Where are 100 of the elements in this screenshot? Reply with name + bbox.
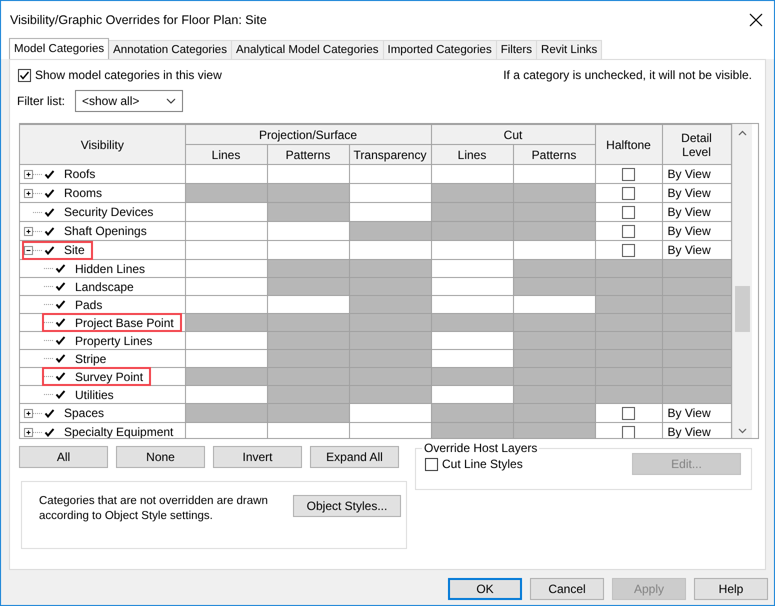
close-icon[interactable] xyxy=(748,12,764,28)
column-header: Transparency xyxy=(349,144,432,164)
checkbox[interactable] xyxy=(43,206,56,218)
table-cell[interactable] xyxy=(185,222,267,240)
button[interactable]: Expand All xyxy=(310,446,399,468)
tree-line xyxy=(44,304,54,305)
table-cell[interactable] xyxy=(185,332,267,350)
detail-level-value[interactable]: By View xyxy=(662,164,732,184)
button[interactable]: OK xyxy=(448,578,522,600)
tree-line xyxy=(44,268,54,269)
tree-line xyxy=(44,376,54,377)
button[interactable]: Invert xyxy=(213,446,302,468)
checkbox[interactable] xyxy=(622,244,636,256)
detail-level-value[interactable]: By View xyxy=(662,404,732,422)
tab[interactable]: Model Categories xyxy=(9,38,110,59)
checkbox[interactable] xyxy=(54,352,67,365)
checkbox[interactable] xyxy=(622,206,636,218)
hint-text: If a category is unchecked, it will not be visible. xyxy=(503,67,752,84)
filter-label: Filter list: xyxy=(17,93,65,110)
chevron-up-icon[interactable] xyxy=(738,130,747,136)
tab[interactable]: Annotation Categories xyxy=(108,40,232,59)
table-cell[interactable] xyxy=(185,202,267,222)
detail-level-value[interactable]: By View xyxy=(662,202,732,222)
tree-line xyxy=(33,192,43,194)
checkbox[interactable] xyxy=(54,334,67,347)
button[interactable]: Help xyxy=(694,578,768,600)
checkbox[interactable] xyxy=(54,262,67,275)
category-name: Project Base Point xyxy=(75,314,174,332)
table-cell[interactable] xyxy=(267,222,349,240)
checkbox[interactable] xyxy=(43,224,56,238)
tree-line xyxy=(44,286,54,287)
button[interactable]: All xyxy=(19,446,108,468)
table-cell[interactable] xyxy=(185,260,267,278)
checkbox[interactable] xyxy=(54,280,67,293)
table-cell[interactable] xyxy=(431,240,514,260)
tree-line xyxy=(33,230,43,232)
scrollbar[interactable] xyxy=(732,124,752,438)
column-header: Patterns xyxy=(267,144,349,164)
table-cell[interactable] xyxy=(431,278,514,296)
category-name: Landscape xyxy=(75,278,134,296)
checkbox-label: Cut Line Styles xyxy=(442,456,523,473)
category-name: Property Lines xyxy=(75,332,152,350)
category-name: Spaces xyxy=(64,405,104,422)
expand-icon[interactable] xyxy=(24,170,33,178)
table-cell[interactable] xyxy=(349,164,432,184)
expand-icon[interactable] xyxy=(24,428,33,436)
checkbox[interactable] xyxy=(54,370,67,383)
checkbox[interactable] xyxy=(622,168,636,180)
table-cell[interactable] xyxy=(349,184,432,202)
checkbox[interactable] xyxy=(43,406,56,420)
category-name: Utilities xyxy=(75,386,114,404)
expand-icon[interactable] xyxy=(24,226,33,236)
table-cell[interactable] xyxy=(431,332,514,350)
tree-line xyxy=(44,394,54,395)
category-name: Shaft Openings xyxy=(64,223,147,240)
category-name: Rooms xyxy=(64,185,102,202)
checkbox[interactable] xyxy=(54,316,67,329)
button[interactable]: None xyxy=(116,446,205,468)
category-name: Hidden Lines xyxy=(75,260,146,278)
tree-line xyxy=(33,412,43,414)
table-cell[interactable] xyxy=(349,404,432,422)
checkbox[interactable] xyxy=(54,388,67,401)
checkbox[interactable] xyxy=(622,426,636,438)
checkbox[interactable] xyxy=(43,426,56,438)
category-name: Stripe xyxy=(75,350,106,368)
collapse-icon[interactable] xyxy=(24,246,33,254)
checkbox[interactable] xyxy=(43,168,56,180)
column-header: Visibility xyxy=(20,124,185,164)
expand-icon[interactable] xyxy=(24,188,33,198)
detail-level-value[interactable]: By View xyxy=(662,184,732,202)
checkbox[interactable] xyxy=(425,458,438,470)
checkbox[interactable] xyxy=(622,224,636,238)
tab[interactable]: Revit Links xyxy=(536,40,602,59)
chevron-down-icon[interactable] xyxy=(738,428,747,434)
table-cell[interactable] xyxy=(185,240,267,260)
checkbox-label: Show model categories in this view xyxy=(35,67,222,84)
detail-level-value[interactable]: By View xyxy=(662,222,732,240)
table-cell[interactable] xyxy=(185,278,267,296)
checkbox[interactable] xyxy=(18,68,31,82)
expand-icon[interactable] xyxy=(24,408,33,418)
category-name: Security Devices xyxy=(64,204,154,221)
checkbox[interactable] xyxy=(54,298,67,311)
tab[interactable]: Filters xyxy=(496,40,538,59)
column-header: Cut xyxy=(431,124,596,144)
button[interactable]: Cancel xyxy=(530,578,604,600)
column-header: Halftone xyxy=(595,124,662,164)
scroll-thumb[interactable] xyxy=(734,286,750,332)
note-text: Categories that are not overridden are drawn according to Object Style settings. xyxy=(39,494,269,524)
table-cell[interactable] xyxy=(431,260,514,278)
filter-dropdown[interactable]: <show all> xyxy=(75,90,183,112)
checkbox[interactable] xyxy=(622,406,636,420)
column-header: Projection/Surface xyxy=(185,124,432,144)
checkbox[interactable] xyxy=(43,244,56,256)
checkbox[interactable] xyxy=(622,186,636,200)
tree-line xyxy=(44,322,54,323)
tab[interactable]: Analytical Model Categories xyxy=(230,40,384,59)
checkbox[interactable] xyxy=(43,186,56,200)
tree-line xyxy=(44,340,54,341)
button[interactable]: Object Styles... xyxy=(293,495,401,517)
tab[interactable]: Imported Categories xyxy=(382,40,497,59)
